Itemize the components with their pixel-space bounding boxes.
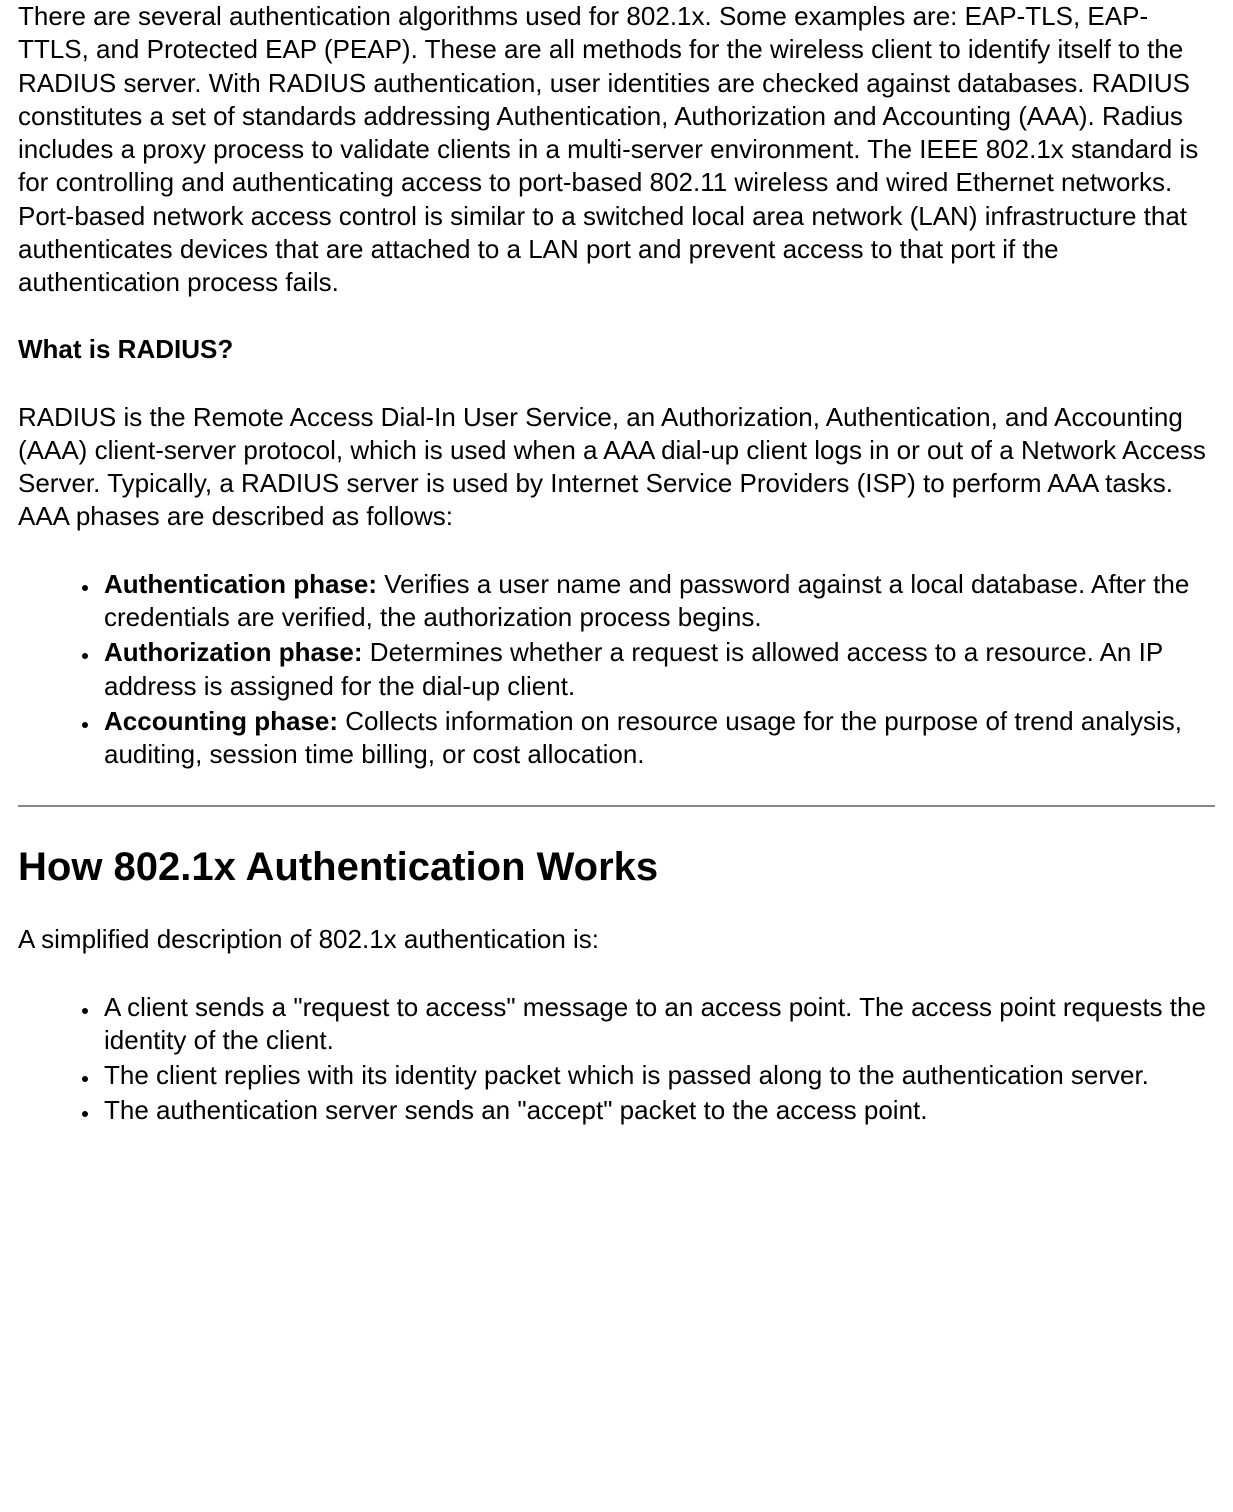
aaa-phase-list: Authentication phase: Verifies a user na… — [18, 568, 1215, 772]
phase-label: Authorization phase: — [104, 637, 363, 667]
section-divider — [18, 805, 1215, 807]
list-item: Accounting phase: Collects information o… — [100, 705, 1215, 772]
list-item: Authentication phase: Verifies a user na… — [100, 568, 1215, 635]
list-item: The client replies with its identity pac… — [100, 1059, 1215, 1092]
how-8021x-works-heading: How 802.1x Authentication Works — [18, 841, 1215, 893]
step-text: The client replies with its identity pac… — [104, 1060, 1149, 1090]
how-steps-list: A client sends a "request to access" mes… — [18, 991, 1215, 1128]
list-item: A client sends a "request to access" mes… — [100, 991, 1215, 1058]
what-is-radius-heading: What is RADIUS? — [18, 333, 1215, 366]
how-intro-paragraph: A simplified description of 802.1x authe… — [18, 923, 1215, 956]
intro-paragraph: There are several authentication algorit… — [18, 0, 1215, 299]
phase-label: Accounting phase: — [104, 706, 338, 736]
list-item: Authorization phase: Determines whether … — [100, 636, 1215, 703]
radius-paragraph: RADIUS is the Remote Access Dial-In User… — [18, 401, 1215, 534]
list-item: The authentication server sends an "acce… — [100, 1094, 1215, 1127]
step-text: A client sends a "request to access" mes… — [104, 992, 1206, 1055]
step-text: The authentication server sends an "acce… — [104, 1095, 928, 1125]
phase-label: Authentication phase: — [104, 569, 377, 599]
